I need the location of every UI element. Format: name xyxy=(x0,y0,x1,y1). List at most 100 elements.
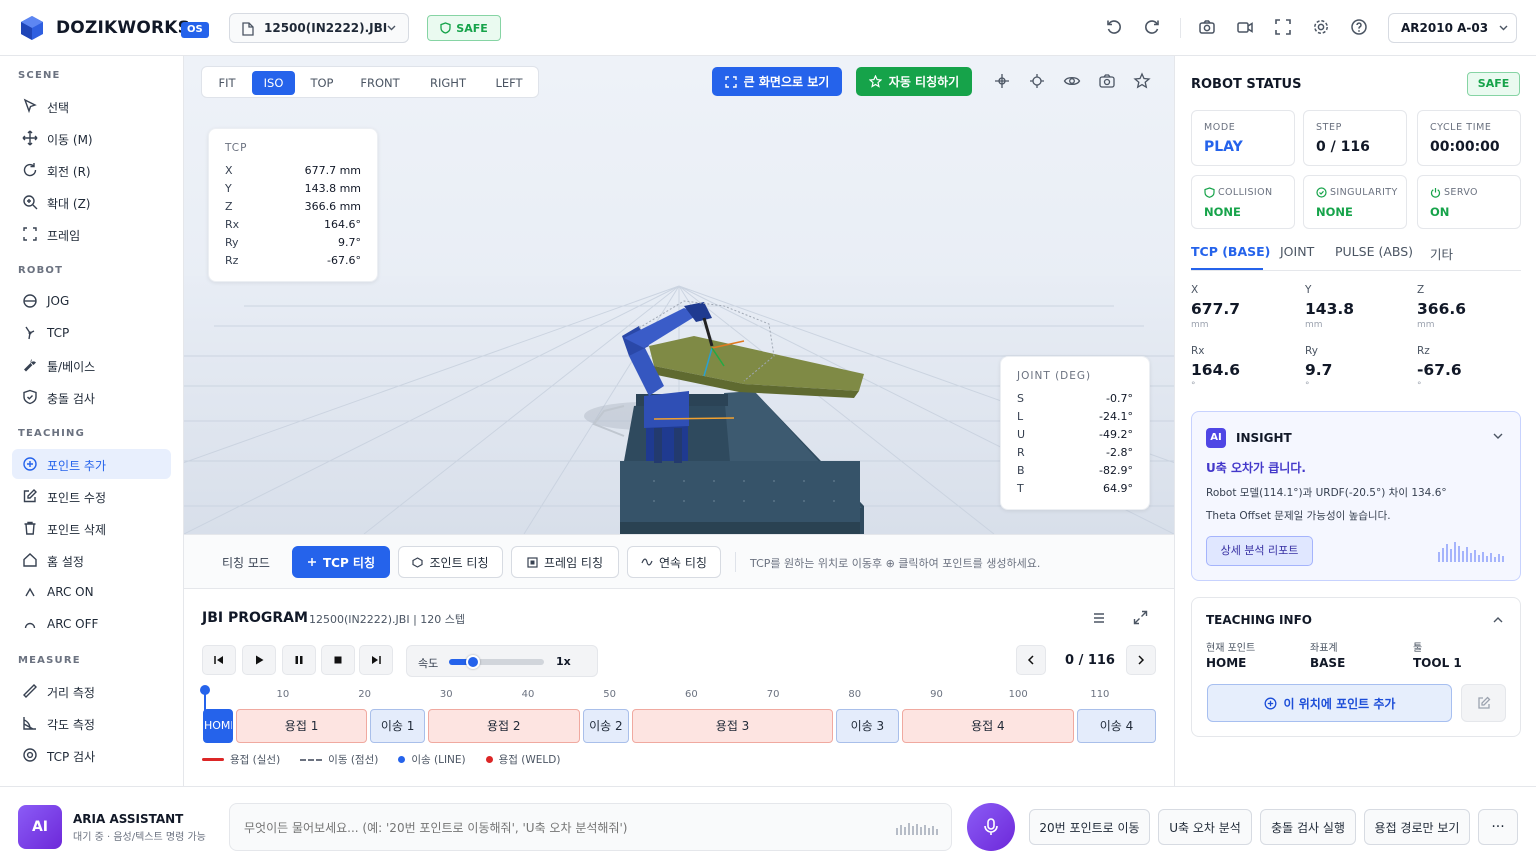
cycle-time-card: CYCLE TIME 00:00:00 xyxy=(1417,110,1521,166)
chip-u-axis-analysis[interactable]: U축 오차 분석 xyxy=(1158,809,1252,845)
sidebar-item-edit-point[interactable]: 포인트 수정 xyxy=(12,481,171,511)
sidebar-item-jog[interactable]: JOG xyxy=(12,286,171,316)
step-card: STEP 0 / 116 xyxy=(1303,110,1407,166)
eye-icon[interactable] xyxy=(1063,72,1081,90)
help-icon[interactable] xyxy=(1350,18,1370,38)
timeline-segment[interactable]: 이송 3 xyxy=(836,709,899,743)
sidebar-item-tcp-check[interactable]: TCP 검사 xyxy=(12,740,171,770)
more-button[interactable]: ··· xyxy=(1478,809,1518,845)
joint-teach-button[interactable]: 조인트 티칭 xyxy=(398,546,503,578)
sidebar-item-move[interactable]: 이동 (M) xyxy=(12,123,171,153)
chevron-down-icon[interactable] xyxy=(1493,433,1503,440)
file-select[interactable]: 12500(IN2222).JBI xyxy=(229,13,409,43)
coord-value: 9.7 xyxy=(1305,361,1333,379)
timeline-tick: 80 xyxy=(848,689,862,700)
tcp-teach-button[interactable]: TCP 티칭 xyxy=(292,546,390,578)
sidebar-item-add-point[interactable]: 포인트 추가 xyxy=(12,449,171,479)
assistant-status: 대기 중 · 음성/텍스트 명령 가능 xyxy=(73,832,206,843)
report-button[interactable]: 상세 분석 리포트 xyxy=(1206,536,1313,566)
timeline-segment[interactable]: 이송 1 xyxy=(370,709,425,743)
tab-front[interactable]: FRONT xyxy=(350,71,410,95)
sidebar-item-label: 이동 (M) xyxy=(47,133,93,147)
3d-viewport[interactable]: FIT ISO TOP FRONT RIGHT LEFT 큰 화면으로 보기 자… xyxy=(184,56,1174,534)
sidebar-item-zoom[interactable]: 확대 (Z) xyxy=(12,187,171,217)
camera-icon[interactable] xyxy=(1198,18,1218,38)
chip-weld-path-only[interactable]: 용접 경로만 보기 xyxy=(1364,809,1470,845)
timeline-segment[interactable]: 용접 2 xyxy=(427,709,580,743)
tab-fit[interactable]: FIT xyxy=(208,71,246,95)
shield-icon xyxy=(1204,187,1215,198)
tab-pulse-abs[interactable]: PULSE (ABS) xyxy=(1335,244,1413,259)
sidebar-item-tool-base[interactable]: 툴/베이스 xyxy=(12,350,171,380)
undo-icon[interactable] xyxy=(1105,18,1125,38)
fullscreen-icon[interactable] xyxy=(1274,18,1294,38)
timeline-tick: 40 xyxy=(521,689,535,700)
video-icon[interactable] xyxy=(1236,18,1256,38)
teaching-info-title: TEACHING INFO xyxy=(1206,613,1312,627)
ai-badge: AI xyxy=(1206,428,1226,448)
frame-teach-button[interactable]: 프레임 티칭 xyxy=(511,546,619,578)
tab-joint[interactable]: JOINT xyxy=(1280,244,1314,259)
chevron-up-icon[interactable] xyxy=(1493,616,1503,623)
sidebar-item-arc-off[interactable]: ARC OFF xyxy=(12,609,171,639)
sidebar-item-delete-point[interactable]: 포인트 삭제 xyxy=(12,513,171,543)
microphone-button[interactable] xyxy=(967,803,1015,851)
coord-value: -67.6 xyxy=(1417,361,1462,379)
fullscreen-view-button[interactable]: 큰 화면으로 보기 xyxy=(712,67,842,96)
snapshot-icon[interactable] xyxy=(1098,72,1116,90)
sidebar-item-tcp[interactable]: TCP xyxy=(12,318,171,348)
gear-icon[interactable] xyxy=(1312,18,1332,38)
chevron-down-icon xyxy=(387,25,396,31)
add-point-here-button[interactable]: 이 위치에 포인트 추가 xyxy=(1207,684,1452,722)
sidebar-item-select[interactable]: 선택 xyxy=(12,91,171,121)
tab-etc[interactable]: 기타 xyxy=(1430,244,1453,263)
timeline-segment[interactable]: 이송 2 xyxy=(582,709,629,743)
timeline-segment[interactable]: 용접 3 xyxy=(631,709,834,743)
chip-go-point-20[interactable]: 20번 포인트로 이동 xyxy=(1029,809,1150,845)
sidebar-item-distance[interactable]: 거리 측정 xyxy=(12,676,171,706)
wave-icon xyxy=(641,557,653,567)
sidebar-item-rotate[interactable]: 회전 (R) xyxy=(12,155,171,185)
assistant-input[interactable] xyxy=(244,817,874,839)
voice-level-icon xyxy=(896,823,938,835)
locate-icon[interactable] xyxy=(1028,72,1046,90)
file-icon xyxy=(242,22,254,36)
edit-point-button[interactable] xyxy=(1461,684,1506,722)
chip-collision-check[interactable]: 충돌 검사 실행 xyxy=(1260,809,1356,845)
collision-card: COLLISION NONE xyxy=(1191,175,1295,229)
tab-left[interactable]: LEFT xyxy=(486,71,532,95)
timeline-segment[interactable]: 이송 4 xyxy=(1077,709,1156,743)
sidebar-item-angle[interactable]: 각도 측정 xyxy=(12,708,171,738)
coord-value: 164.6 xyxy=(1191,361,1241,379)
coord-system-value: BASE xyxy=(1310,656,1346,670)
sidebar-item-collision[interactable]: 충돌 검사 xyxy=(12,382,171,412)
tab-iso[interactable]: ISO xyxy=(252,71,295,95)
coord-label: Rz xyxy=(1417,345,1430,357)
card-title: SERVO xyxy=(1444,187,1478,198)
timeline-segment[interactable]: 용접 4 xyxy=(901,709,1075,743)
section-robot: ROBOT xyxy=(18,265,64,276)
insight-title: INSIGHT xyxy=(1236,431,1292,445)
tab-right[interactable]: RIGHT xyxy=(418,71,478,95)
playhead[interactable] xyxy=(200,685,210,695)
view-tabs: FIT ISO TOP FRONT RIGHT LEFT xyxy=(201,66,539,98)
continuous-teach-button[interactable]: 연속 티칭 xyxy=(627,546,721,578)
timeline-segment[interactable]: HOME xyxy=(203,709,233,743)
coord-unit: ° xyxy=(1305,381,1310,391)
sidebar-item-arc-on[interactable]: ARC ON xyxy=(12,577,171,607)
timeline-segment[interactable]: 용접 1 xyxy=(235,709,368,743)
sidebar-item-label: 각도 측정 xyxy=(47,718,95,732)
auto-teach-button[interactable]: 자동 티칭하기 xyxy=(856,67,972,96)
crosshair-icon[interactable] xyxy=(993,72,1011,90)
tab-top[interactable]: TOP xyxy=(302,71,342,95)
sidebar-item-label: TCP xyxy=(47,326,70,340)
redo-icon[interactable] xyxy=(1143,18,1163,38)
sidebar-item-home[interactable]: 홈 설정 xyxy=(12,545,171,575)
robot-select[interactable]: AR2010 A-03 xyxy=(1388,13,1517,43)
zoom-icon xyxy=(22,194,38,210)
value: 9.7° xyxy=(338,236,361,249)
tab-tcp-base[interactable]: TCP (BASE) xyxy=(1191,244,1270,259)
sidebar-item-label: 충돌 검사 xyxy=(47,392,95,406)
favorite-icon[interactable] xyxy=(1133,72,1151,90)
sidebar-item-frame[interactable]: 프레임 xyxy=(12,219,171,249)
